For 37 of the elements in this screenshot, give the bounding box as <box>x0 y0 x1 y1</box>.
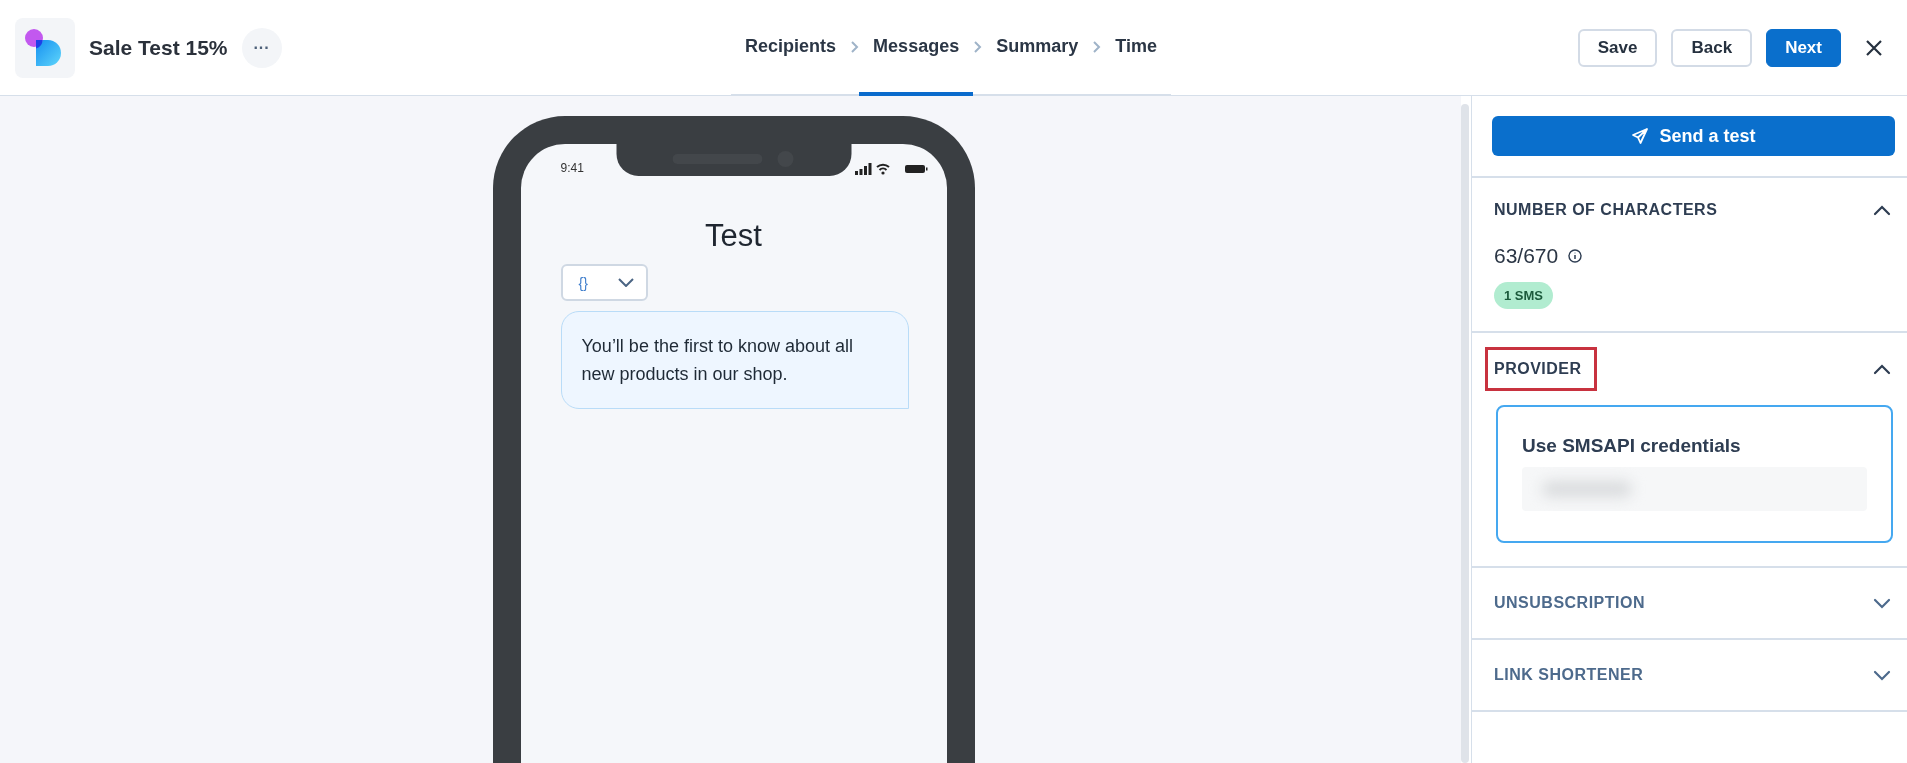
paper-plane-icon <box>1631 127 1650 145</box>
chevron-right-icon <box>850 40 860 54</box>
section-header[interactable]: LINK SHORTENER <box>1472 640 1907 710</box>
next-button[interactable]: Next <box>1766 28 1841 67</box>
info-icon <box>1568 249 1583 263</box>
collapse-chevron-icon <box>1873 363 1891 375</box>
section-title: LINK SHORTENER <box>1493 665 1645 685</box>
chevron-right-icon <box>1092 40 1102 54</box>
step-tab[interactable]: Time <box>1101 0 1171 96</box>
section-header[interactable]: PROVIDER <box>1472 333 1907 405</box>
scrollbar[interactable] <box>1461 104 1469 763</box>
chevron-right-icon <box>973 40 983 54</box>
card-title: Use SMSAPI credentials <box>1522 435 1742 457</box>
app-logo <box>15 17 75 78</box>
expand-chevron-icon <box>1873 669 1891 681</box>
section-header[interactable]: UNSUBSCRIPTION <box>1472 568 1907 638</box>
step-tab[interactable]: Summary <box>982 0 1093 96</box>
caret-icon <box>617 278 634 287</box>
highlighted-section-title: PROVIDER <box>1485 347 1597 391</box>
send-test-button[interactable]: Send a test <box>1492 116 1895 156</box>
campaign-title: Sale Test 15% <box>89 35 228 60</box>
provider-card[interactable]: Use SMSAPI credentials <box>1496 405 1893 543</box>
sms-count-badge: 1 SMS <box>1494 282 1553 309</box>
save-button[interactable]: Save <box>1577 28 1658 67</box>
message-title: Test <box>704 218 763 254</box>
expand-chevron-icon <box>1873 597 1891 609</box>
variable-dropdown[interactable]: {} <box>560 264 648 301</box>
section-title: NUMBER OF CHARACTERS <box>1493 200 1719 220</box>
more-button[interactable]: ··· <box>241 27 282 68</box>
status-time: 9:41 <box>560 161 584 175</box>
section-title: UNSUBSCRIPTION <box>1493 593 1646 613</box>
character-count: 63/670 <box>1494 244 1559 268</box>
back-button[interactable]: Back <box>1671 28 1753 67</box>
message-bubble: You’ll be the first to know about all new products in our shop. <box>560 311 909 409</box>
step-tab[interactable]: Recipients <box>731 0 851 96</box>
collapse-chevron-icon <box>1873 204 1891 216</box>
section-header[interactable]: NUMBER OF CHARACTERS <box>1472 178 1907 242</box>
